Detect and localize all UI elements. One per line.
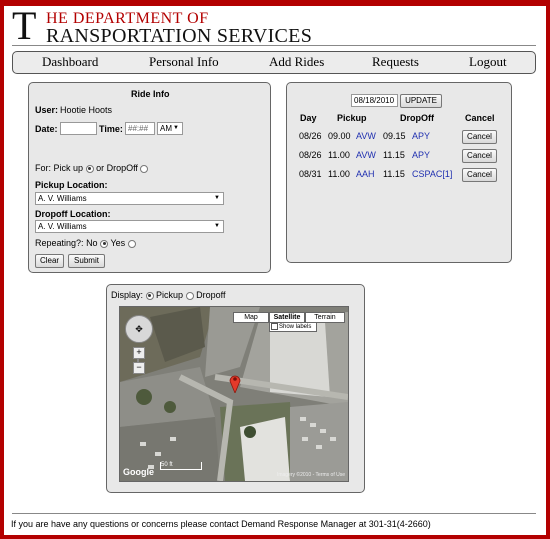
repeating-yes-radio[interactable] (127, 239, 136, 248)
pickup-radio[interactable] (85, 164, 94, 173)
dropoff-location-value: A. V. Williams (38, 222, 87, 231)
repeating-row: Repeating?: No Yes (35, 238, 136, 248)
map-dropoff-label: Dropoff (196, 290, 226, 300)
header-rule (12, 45, 536, 46)
ampm-select[interactable]: AM ▼ (157, 122, 183, 135)
date-filter-input[interactable]: 08/18/2010 (351, 94, 398, 107)
row-pickup-time: 11.00 (328, 150, 350, 160)
row-pickup-time: 11.00 (328, 169, 350, 179)
date-label: Date: (35, 124, 58, 134)
dropoff-location-label: Dropoff Location: (35, 209, 111, 219)
row-dropoff-location-link[interactable]: CSPAC[1] (412, 169, 452, 179)
footer-rule (12, 513, 536, 514)
repeating-yes-label: Yes (110, 238, 126, 248)
logo-big-letter: T (12, 3, 37, 48)
row-dropoff-time: 11.15 (383, 150, 405, 160)
ampm-value: AM (160, 124, 172, 133)
footer-contact-text: If you are have any questions or concern… (11, 519, 431, 529)
zoom-out-button[interactable]: − (133, 362, 145, 374)
map-pin-icon[interactable] (229, 373, 241, 393)
clear-button[interactable]: Clear (35, 254, 64, 268)
show-labels-checkbox[interactable] (271, 323, 278, 330)
chevron-down-icon: ▼ (214, 223, 220, 229)
show-labels-text: Show labels (279, 324, 312, 331)
submit-button[interactable]: Submit (68, 254, 105, 268)
satellite-map[interactable]: ✥ + − Map Satellite Terrain Show labels … (119, 306, 349, 482)
row-day: 08/26 (299, 131, 322, 141)
repeating-no-label: No (86, 238, 98, 248)
display-row: Display: Pickup Dropoff (111, 290, 225, 300)
row-pickup-location-link[interactable]: AVW (356, 150, 376, 160)
map-dropoff-radio[interactable] (185, 291, 194, 300)
time-label: Time: (99, 124, 123, 134)
cancel-button[interactable]: Cancel (462, 149, 497, 163)
update-button[interactable]: UPDATE (400, 94, 442, 108)
nav-requests[interactable]: Requests (372, 54, 419, 70)
dropoff-option-label: or DropOff (96, 163, 138, 173)
map-pickup-label: Pickup (156, 290, 184, 300)
dropoff-location-select[interactable]: A. V. Williams ▼ (35, 220, 224, 233)
pickup-option-label: Pick up (53, 163, 84, 173)
left-border (0, 0, 4, 539)
map-copyright: Imagery ©2010 - Terms of Use (276, 472, 345, 478)
row-pickup-time: 09.00 (328, 131, 351, 141)
row-day: 08/26 (299, 150, 322, 160)
top-border (0, 0, 550, 6)
row-pickup-location-link[interactable]: AAH (356, 169, 375, 179)
pickup-location-select[interactable]: A. V. Williams ▼ (35, 192, 224, 205)
requests-panel: 08/18/2010 UPDATE Day Pickup DropOff Can… (286, 82, 512, 263)
row-dropoff-time: 09.15 (383, 131, 406, 141)
row-dropoff-location-link[interactable]: APY (412, 131, 430, 141)
col-pickup: Pickup (337, 113, 367, 123)
for-label: For: (35, 163, 52, 173)
dropoff-radio[interactable] (140, 164, 149, 173)
row-dropoff-location-link[interactable]: APY (412, 150, 430, 160)
map-pickup-radio[interactable] (145, 291, 154, 300)
right-border (546, 0, 550, 539)
map-scale: 50 ft (160, 462, 202, 470)
col-day: Day (300, 113, 317, 123)
repeating-no-radio[interactable] (100, 239, 109, 248)
map-pan-control[interactable]: ✥ (125, 315, 153, 343)
map-type-map-button[interactable]: Map (233, 312, 269, 323)
row-dropoff-time: 11.15 (383, 169, 405, 179)
pickup-location-value: A. V. Williams (38, 194, 87, 203)
ride-info-title: Ride Info (131, 89, 170, 99)
show-labels-option[interactable]: Show labels (269, 322, 317, 332)
date-input[interactable] (60, 122, 97, 135)
for-row: For: Pick up or DropOff (35, 163, 149, 173)
nav-dashboard[interactable]: Dashboard (42, 54, 98, 70)
row-pickup-location-link[interactable]: AVW (356, 131, 376, 141)
user-label: User: (35, 105, 59, 115)
cancel-button[interactable]: Cancel (462, 168, 497, 182)
cancel-button[interactable]: Cancel (462, 130, 497, 144)
bottom-border (0, 535, 550, 539)
ride-info-panel: Ride Info User: Hootie Hoots Date: Time:… (28, 82, 271, 273)
pickup-location-label: Pickup Location: (35, 180, 108, 190)
google-logo: Google (123, 467, 154, 477)
row-day: 08/31 (299, 169, 322, 179)
nav-logout[interactable]: Logout (469, 54, 507, 70)
chevron-down-icon: ▼ (214, 195, 220, 201)
nav-add-rides[interactable]: Add Rides (269, 54, 324, 70)
user-value: Hootie Hoots (60, 105, 113, 115)
chevron-down-icon: ▼ (173, 125, 179, 131)
repeating-label: Repeating?: (35, 238, 84, 248)
display-label: Display: (111, 290, 144, 300)
col-cancel: Cancel (465, 113, 495, 123)
time-input[interactable]: ##:## (125, 122, 155, 135)
col-dropoff: DropOff (400, 113, 434, 123)
satellite-imagery (120, 307, 348, 481)
zoom-in-button[interactable]: + (133, 347, 145, 359)
main-nav: Dashboard Personal Info Add Rides Reques… (12, 51, 536, 74)
nav-personal-info[interactable]: Personal Info (149, 54, 219, 70)
